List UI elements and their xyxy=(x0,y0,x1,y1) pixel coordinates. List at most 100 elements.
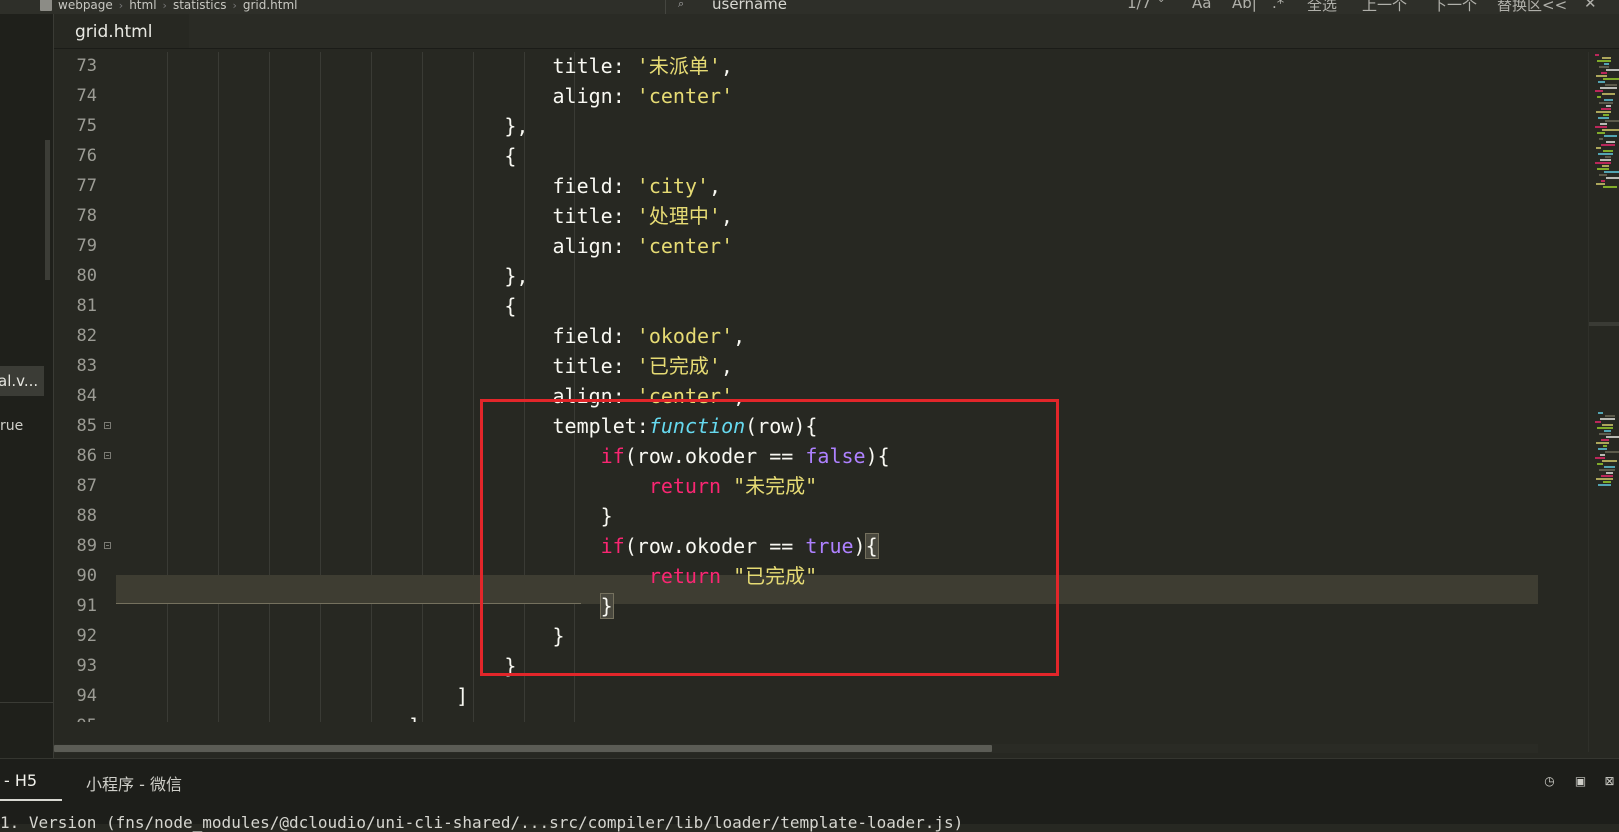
minimap-line xyxy=(1598,484,1611,486)
minimap[interactable] xyxy=(1588,52,1619,752)
code-line[interactable]: 91 } xyxy=(54,592,1538,621)
fold-toggle-icon[interactable] xyxy=(104,542,111,549)
code-line[interactable]: 83 title: '已完成', xyxy=(54,352,1538,381)
minimap-line xyxy=(1596,147,1601,149)
chevron-down-icon[interactable]: ⌄ xyxy=(1157,0,1165,5)
code-text: }, xyxy=(119,112,528,141)
line-number: 86 xyxy=(76,446,97,466)
code-line[interactable]: 80 }, xyxy=(54,262,1538,291)
code-line[interactable]: 92 } xyxy=(54,622,1538,651)
code-line[interactable]: 95 ], xyxy=(54,712,1538,722)
replace-toggle-button[interactable]: 替换区<< xyxy=(1497,0,1567,14)
minimap-line xyxy=(1604,171,1619,173)
minimap-line xyxy=(1605,120,1619,122)
whole-word-toggle[interactable]: Ab| xyxy=(1232,0,1257,12)
code-token: { xyxy=(864,533,879,559)
code-line[interactable]: 79 align: 'center' xyxy=(54,232,1538,261)
minimap-line xyxy=(1598,81,1605,83)
run-icon[interactable]: ◷ xyxy=(1543,775,1556,788)
code-line[interactable]: 74 align: 'center' xyxy=(54,82,1538,111)
breadcrumb-item[interactable]: webpage xyxy=(58,0,113,12)
code-line[interactable]: 78 title: '处理中', xyxy=(54,202,1538,231)
minimap-line xyxy=(1595,457,1605,459)
code-line[interactable]: 87 return "未完成" xyxy=(54,472,1538,501)
code-line[interactable]: 88 } xyxy=(54,502,1538,531)
scrollbar-thumb[interactable] xyxy=(54,745,992,752)
line-number: 76 xyxy=(76,146,97,166)
stop-icon[interactable]: ▣ xyxy=(1574,775,1587,788)
fold-toggle-icon[interactable] xyxy=(104,422,111,429)
code-line[interactable]: 81 { xyxy=(54,292,1538,321)
minimap-viewport[interactable] xyxy=(1589,322,1619,326)
next-match-button[interactable]: 下一个 xyxy=(1432,0,1477,14)
divider xyxy=(665,0,666,14)
top-bar: webpage › html › statistics › grid.html … xyxy=(0,0,1619,14)
minimap-line xyxy=(1601,475,1613,477)
minimap-line xyxy=(1598,448,1607,450)
line-number: 94 xyxy=(76,686,97,706)
horizontal-scrollbar[interactable] xyxy=(54,744,1538,753)
case-sensitive-toggle[interactable]: Aa xyxy=(1192,0,1211,12)
regex-toggle[interactable]: .* xyxy=(1272,0,1284,12)
minimap-line xyxy=(1601,72,1607,74)
code-token: 'okoder' xyxy=(636,324,734,348)
sidebar-item-selected[interactable]: al.v... xyxy=(0,366,44,396)
code-line[interactable]: 86 if(row.okoder == false){ xyxy=(54,442,1538,471)
tab-h5[interactable]: - H5 xyxy=(4,771,37,790)
code-token: (row.okoder == xyxy=(624,534,806,558)
minimap-line xyxy=(1603,114,1609,116)
code-line[interactable]: 90 return "已完成" xyxy=(54,562,1538,591)
breadcrumb-item[interactable]: html xyxy=(129,0,156,12)
code-token: ], xyxy=(119,714,432,722)
line-number: 85 xyxy=(76,416,97,436)
minimap-line xyxy=(1601,439,1609,441)
code-text: } xyxy=(119,652,516,681)
code-token: title xyxy=(552,54,613,78)
breadcrumb: webpage › html › statistics › grid.html xyxy=(40,0,298,14)
tab-wechat-miniprogram[interactable]: 小程序 - 微信 xyxy=(86,771,182,795)
tab-grid-html[interactable]: grid.html xyxy=(54,14,189,48)
line-number: 87 xyxy=(76,476,97,496)
code-line[interactable]: 75 }, xyxy=(54,112,1538,141)
line-number: 77 xyxy=(76,176,97,196)
code-line[interactable]: 73 title: '未派单', xyxy=(54,52,1538,81)
minimap-line xyxy=(1599,102,1613,104)
find-input[interactable]: username xyxy=(712,0,787,13)
sidebar-scrollbar[interactable] xyxy=(45,140,50,280)
minimap-line xyxy=(1601,180,1605,182)
sidebar: al.v... rue xyxy=(0,14,54,758)
code-line[interactable]: 84 align: 'center', xyxy=(54,382,1538,411)
code-line[interactable]: 77 field: 'city', xyxy=(54,172,1538,201)
minimap-line xyxy=(1600,454,1605,456)
code-line[interactable]: 93 } xyxy=(54,652,1538,681)
breadcrumb-item[interactable]: statistics xyxy=(173,0,227,12)
code-line[interactable]: 94 ] xyxy=(54,682,1538,711)
select-all-button[interactable]: 全选 xyxy=(1307,0,1337,14)
minimap-line xyxy=(1597,96,1601,98)
code-text: field: 'okoder', xyxy=(119,322,745,351)
clear-console-icon[interactable]: ⊠ xyxy=(1603,775,1616,788)
prev-match-button[interactable]: 上一个 xyxy=(1362,0,1407,14)
code-text: return "已完成" xyxy=(119,562,817,591)
code-token: : xyxy=(612,54,637,78)
code-line[interactable]: 89 if(row.okoder == true){ xyxy=(54,532,1538,561)
minimap-line xyxy=(1600,418,1615,420)
minimap-line xyxy=(1597,168,1609,170)
breadcrumb-item[interactable]: grid.html xyxy=(243,0,298,12)
code-text: align: 'center' xyxy=(119,82,733,111)
fold-toggle-icon[interactable] xyxy=(104,452,111,459)
line-number: 93 xyxy=(76,656,97,676)
code-token: align xyxy=(552,234,613,258)
line-number: 74 xyxy=(76,86,97,106)
close-icon[interactable]: ✕ xyxy=(1584,0,1597,12)
code-line[interactable]: 76 { xyxy=(54,142,1538,171)
minimap-line xyxy=(1606,472,1613,474)
code-editor[interactable]: 73 title: '未派单', 74 align: 'center' 75 }, 7… xyxy=(54,52,1538,722)
code-text: if(row.okoder == false){ xyxy=(119,442,890,471)
code-line[interactable]: 82 field: 'okoder', xyxy=(54,322,1538,351)
code-line[interactable]: 85 templet:function(row){ xyxy=(54,412,1538,441)
